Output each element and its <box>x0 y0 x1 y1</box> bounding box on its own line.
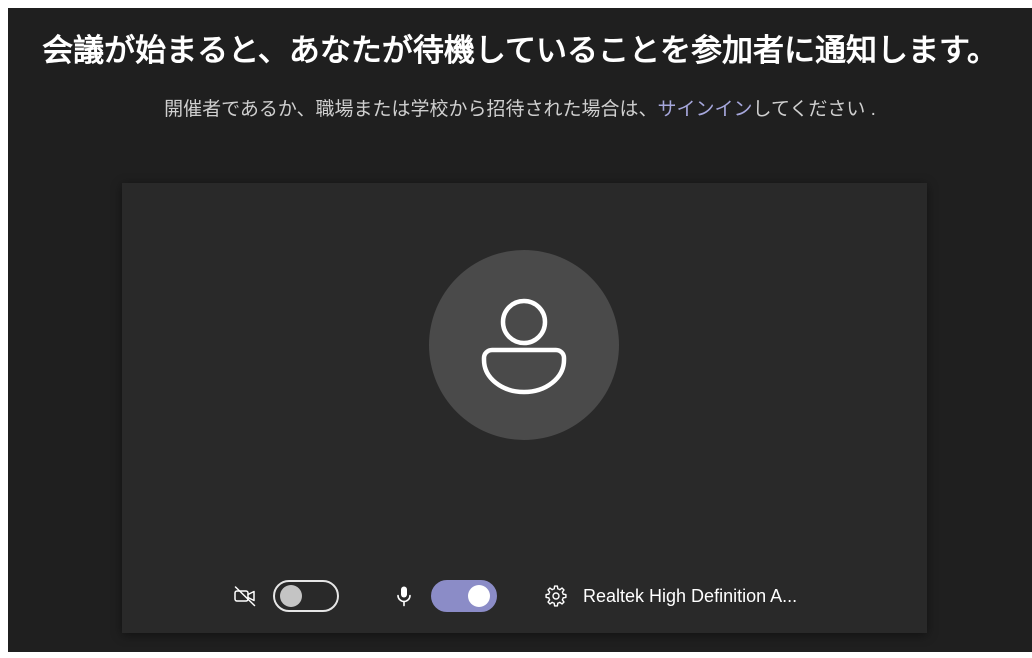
video-off-icon <box>233 584 257 608</box>
mic-toggle[interactable] <box>431 580 497 612</box>
video-preview: Realtek High Definition A... <box>122 183 927 633</box>
sign-in-prompt: 開催者であるか、職場または学校から招待された場合は、サインインしてください . <box>8 97 1032 123</box>
pre-join-screen: 会議が始まると、あなたが待機していることを参加者に通知します。 開催者であるか、… <box>8 8 1032 652</box>
sign-in-prompt-suffix: してください . <box>752 99 876 120</box>
device-controls: Realtek High Definition A... <box>122 580 927 612</box>
sign-in-prompt-text: 開催者であるか、職場または学校から招待された場合は、 <box>164 99 658 120</box>
person-icon <box>481 298 567 395</box>
device-settings-button[interactable]: Realtek High Definition A... <box>544 580 797 612</box>
mic-icon <box>392 584 416 608</box>
avatar <box>429 250 619 440</box>
mic-toggle-knob <box>468 585 490 607</box>
audio-device-label: Realtek High Definition A... <box>583 586 798 606</box>
camera-toggle-knob <box>280 585 302 607</box>
gear-icon <box>544 584 568 608</box>
camera-toggle[interactable] <box>273 580 339 612</box>
page-title: 会議が始まると、あなたが待機していることを参加者に通知します。 <box>42 33 998 68</box>
sign-in-link[interactable]: サインイン <box>658 99 753 120</box>
